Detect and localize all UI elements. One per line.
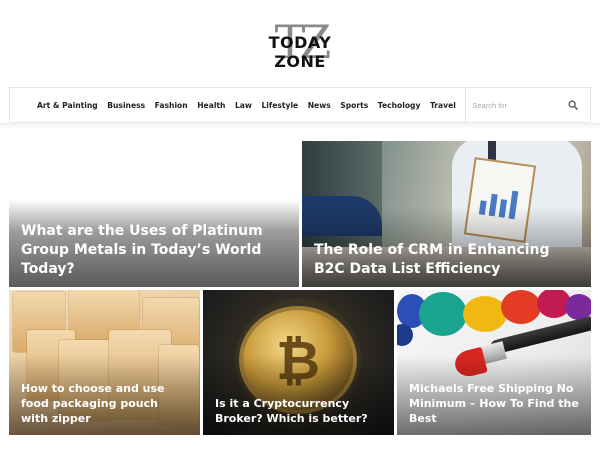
article-title[interactable]: How to choose and use food packaging pou… bbox=[21, 382, 188, 427]
nav-item-travel[interactable]: Travel bbox=[430, 101, 456, 110]
search-box bbox=[465, 88, 590, 122]
article-card-platinum[interactable]: What are the Uses of Platinum Group Meta… bbox=[9, 141, 299, 287]
article-card-crypto[interactable]: ₿ Is it a Cryptocurrency Broker? Which i… bbox=[203, 290, 394, 435]
nav-item-art-painting[interactable]: Art & Painting bbox=[37, 101, 98, 110]
article-card-crm[interactable]: The Role of CRM in Enhancing B2C Data Li… bbox=[302, 141, 591, 287]
article-title[interactable]: The Role of CRM in Enhancing B2C Data Li… bbox=[314, 241, 579, 279]
nav-item-fashion[interactable]: Fashion bbox=[155, 101, 188, 110]
nav-item-business[interactable]: Business bbox=[107, 101, 145, 110]
article-card-pouch[interactable]: How to choose and use food packaging pou… bbox=[9, 290, 200, 435]
article-title[interactable]: Michaels Free Shipping No Minimum – How … bbox=[409, 382, 579, 427]
nav-item-techology[interactable]: Techology bbox=[378, 101, 421, 110]
article-title[interactable]: Is it a Cryptocurrency Broker? Which is … bbox=[215, 397, 382, 427]
search-icon[interactable] bbox=[568, 100, 578, 110]
nav-item-sports[interactable]: Sports bbox=[340, 101, 368, 110]
nav-item-news[interactable]: News bbox=[308, 101, 331, 110]
nav-item-law[interactable]: Law bbox=[235, 101, 252, 110]
logo-text: TODAY ZONE bbox=[268, 33, 332, 71]
nav-item-health[interactable]: Health bbox=[197, 101, 225, 110]
main-navigation: Art & Painting Business Fashion Health L… bbox=[9, 87, 591, 123]
nav-menu: Art & Painting Business Fashion Health L… bbox=[10, 88, 465, 122]
nav-item-lifestyle[interactable]: Lifestyle bbox=[261, 101, 298, 110]
nav-shadow bbox=[0, 123, 600, 129]
article-card-michaels[interactable]: Michaels Free Shipping No Minimum – How … bbox=[397, 290, 591, 435]
search-input[interactable] bbox=[472, 100, 563, 110]
site-logo[interactable]: TZ TODAY ZONE bbox=[0, 14, 600, 71]
article-title[interactable]: What are the Uses of Platinum Group Meta… bbox=[21, 222, 287, 279]
